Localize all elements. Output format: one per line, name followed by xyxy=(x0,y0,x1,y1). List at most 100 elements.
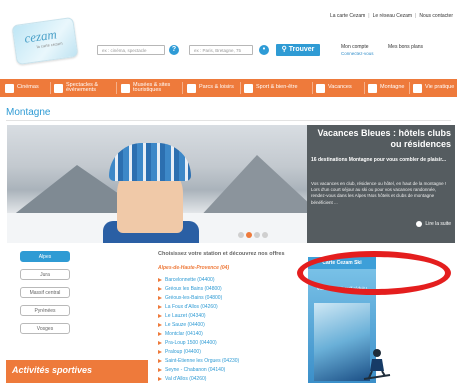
station-name: Pra-Loup 1500 (04400) xyxy=(165,340,217,346)
location-icon[interactable]: • xyxy=(259,45,269,55)
nav-divider xyxy=(409,82,410,94)
promo-title[interactable]: Vacances Bleues : hôtels clubs ou réside… xyxy=(307,128,451,150)
filter-alpes[interactable]: Alpes xyxy=(20,251,70,262)
title-divider xyxy=(6,120,451,121)
nav-item-spectacles[interactable]: Spectacles & événements xyxy=(54,79,114,97)
nav-divider xyxy=(312,82,313,94)
station-name: Gréoux les Bains (04800) xyxy=(165,286,222,292)
nav-divider xyxy=(364,82,365,94)
filter-jura[interactable]: Jura xyxy=(20,269,70,280)
station-link[interactable]: Barcelonnette (04400) xyxy=(158,277,214,283)
nav-divider xyxy=(50,82,51,94)
login-link[interactable]: Connectez-vous xyxy=(341,51,374,56)
filter-vosges[interactable]: Vosges xyxy=(20,323,70,334)
search-what-input[interactable]: ex : cinéma, spectacle xyxy=(97,45,165,55)
station-name: Praloup (04400) xyxy=(165,349,201,355)
mountain-shape xyxy=(197,155,307,220)
read-more-label: Lire la suite xyxy=(425,221,451,227)
theater-masks-icon xyxy=(54,83,63,93)
bons-plans-link[interactable]: Mes bons plans xyxy=(388,44,423,50)
top-link-carte[interactable]: La carte Cezam xyxy=(330,13,365,19)
nav-item-vacances[interactable]: Vacances xyxy=(316,79,352,97)
arrow-right-icon xyxy=(158,332,162,336)
station-link[interactable]: Gréoux les Bains (04800) xyxy=(158,286,222,292)
nav-item-cinemas[interactable]: Cinémas xyxy=(5,79,39,97)
museum-icon xyxy=(121,83,130,93)
filter-pyrenees[interactable]: Pyrénées xyxy=(20,305,70,316)
slider-dot[interactable] xyxy=(238,232,244,238)
arrow-circle-icon xyxy=(416,221,423,227)
skier-illustration xyxy=(363,349,391,380)
arrow-right-icon xyxy=(158,278,162,282)
nav-divider xyxy=(116,82,117,94)
hero-photo-child-in-snow[interactable] xyxy=(7,125,307,243)
arrow-right-icon xyxy=(158,287,162,291)
station-link[interactable]: Le Lauzet (04340) xyxy=(158,313,206,319)
station-name: Gréoux-les-Bains (04800) xyxy=(165,295,223,301)
arrow-right-icon xyxy=(158,314,162,318)
station-link[interactable]: Val d'Allos (04260) xyxy=(158,376,206,382)
arrow-right-icon xyxy=(158,323,162,327)
station-link[interactable]: Montclar (04140) xyxy=(158,331,203,337)
station-link[interactable]: Saint-Etienne les Orgues (04230) xyxy=(158,358,239,364)
top-link-reseau[interactable]: Le réseau Cezam xyxy=(373,13,412,19)
station-name: Val d'Allos (04260) xyxy=(165,376,207,382)
arrow-right-icon xyxy=(158,341,162,345)
filter-massif-central[interactable]: Massif central xyxy=(20,287,70,298)
stations-heading: Choisissez votre station et découvrez no… xyxy=(158,251,285,257)
station-name: Montclar (04140) xyxy=(165,331,203,337)
promo-lead: 16 destinations Montagne pour vous combl… xyxy=(311,157,447,163)
account-block[interactable]: Mon compte Connectez-vous xyxy=(341,44,374,56)
slider-dot[interactable] xyxy=(254,232,260,238)
nav-item-montagne[interactable]: Montagne xyxy=(368,79,404,97)
station-name: Saint-Etienne les Orgues (04230) xyxy=(165,358,240,364)
nav-label: Parcs & loisirs xyxy=(199,84,234,91)
red-highlight-circle xyxy=(297,251,451,295)
station-link[interactable]: Gréoux-les-Bains (04800) xyxy=(158,295,222,301)
search-button-label: Trouver xyxy=(288,46,315,53)
station-link[interactable]: La Foux d'Allos (04260) xyxy=(158,304,218,310)
region-heading: Alpes-de-Haute-Provence (04) xyxy=(158,265,230,271)
main-nav: Cinémas Spectacles & événements Musées &… xyxy=(0,79,457,97)
sport-icon xyxy=(244,83,253,93)
nav-label: Montagne xyxy=(380,84,405,91)
suitcase-icon xyxy=(316,83,325,93)
ticket-icon xyxy=(5,83,14,93)
mountain-icon xyxy=(368,83,377,93)
search-button[interactable]: ⚲ Trouver xyxy=(276,44,320,56)
help-icon[interactable]: ? xyxy=(169,45,179,55)
read-more-link[interactable]: Lire la suite xyxy=(416,221,451,227)
station-link[interactable]: Pra-Loup 1500 (04400) xyxy=(158,340,217,346)
page-title: Montagne xyxy=(6,107,51,118)
cezam-logo[interactable]: cezam la carte cezam xyxy=(11,16,79,66)
station-name: Seyne - Chabanon (04140) xyxy=(165,367,226,373)
activites-sportives-banner[interactable]: Activités sportives xyxy=(6,360,148,383)
station-name: Le Sauze (04400) xyxy=(165,322,205,328)
station-name: Barcelonnette (04400) xyxy=(165,277,215,283)
arrow-right-icon xyxy=(158,359,162,363)
nav-label: Vacances xyxy=(328,84,352,91)
nav-item-vie-pratique[interactable]: Vie pratique xyxy=(413,79,454,97)
search-icon: ⚲ xyxy=(281,46,287,53)
nav-divider xyxy=(240,82,241,94)
nav-item-sport[interactable]: Sport & bien-être xyxy=(244,79,298,97)
search-where-input[interactable]: ex : Paris, Bretagne, 75 xyxy=(189,45,253,55)
station-link[interactable]: Seyne - Chabanon (04140) xyxy=(158,367,225,373)
station-link[interactable]: Praloup (04400) xyxy=(158,349,201,355)
arrow-right-icon xyxy=(158,350,162,354)
nav-label: Cinémas xyxy=(17,84,39,91)
station-name: Le Lauzet (04340) xyxy=(165,313,206,319)
account-title: Mon compte xyxy=(341,44,369,50)
promo-body: Vos vacances en club, résidence ou hôtel… xyxy=(311,181,447,205)
top-links: La carte Cezam | Le réseau Cezam | Nous cont… xyxy=(330,13,453,19)
nav-item-parcs[interactable]: Parcs & loisirs xyxy=(187,79,234,97)
nav-divider xyxy=(182,82,183,94)
top-link-contact[interactable]: Nous contacter xyxy=(419,13,453,19)
shopping-bag-icon xyxy=(413,83,422,93)
slider-dot-active[interactable] xyxy=(246,232,252,238)
nav-label: Musées & sites touristiques xyxy=(133,81,171,93)
station-link[interactable]: Le Sauze (04400) xyxy=(158,322,205,328)
slider-dot[interactable] xyxy=(262,232,268,238)
separator: | xyxy=(368,13,370,19)
nav-item-musees[interactable]: Musées & sites touristiques xyxy=(121,79,183,97)
